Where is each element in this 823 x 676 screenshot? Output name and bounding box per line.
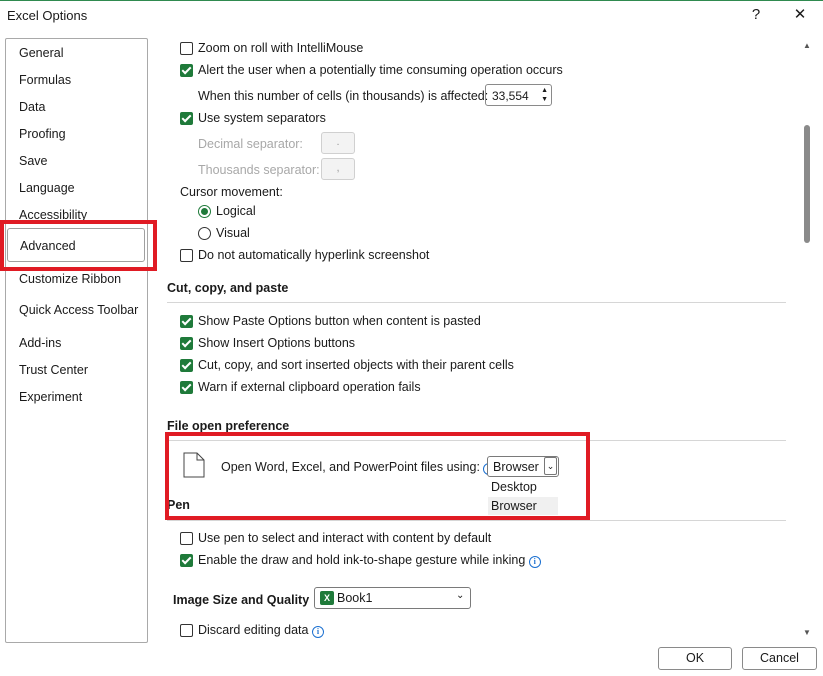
spin-up-icon[interactable]: ▲: [541, 87, 548, 94]
insert-options-label: Show Insert Options buttons: [198, 336, 356, 350]
alert-time-checkbox[interactable]: [180, 64, 193, 77]
section-divider: [167, 302, 786, 303]
paste-options-checkbox[interactable]: [180, 315, 193, 328]
decimal-separator-label: Decimal separator:: [198, 137, 303, 151]
ok-button[interactable]: OK: [658, 647, 732, 670]
nav-item-quick-access-toolbar[interactable]: Quick Access Toolbar: [19, 303, 138, 317]
highlight-box-advanced: [0, 220, 157, 271]
cells-threshold-stepper[interactable]: 33,554 ▲ ▼: [485, 84, 552, 106]
discard-editing-label-text: Discard editing data: [198, 623, 309, 637]
use-pen-checkbox[interactable]: [180, 532, 193, 545]
paste-options-label: Show Paste Options button when content i…: [198, 314, 481, 328]
discard-editing-checkbox[interactable]: [180, 624, 193, 637]
nav-item-formulas[interactable]: Formulas: [19, 73, 71, 87]
workbook-dropdown[interactable]: X Book1 ⌄: [314, 587, 471, 609]
cursor-visual-radio[interactable]: [198, 227, 211, 240]
nav-item-proofing[interactable]: Proofing: [19, 127, 66, 141]
discard-editing-label: Discard editing data i: [198, 623, 324, 638]
no-hyperlink-label: Do not automatically hyperlink screensho…: [198, 248, 430, 262]
nav-item-trust-center[interactable]: Trust Center: [19, 363, 88, 377]
ink-to-shape-checkbox[interactable]: [180, 554, 193, 567]
spin-down-icon[interactable]: ▼: [541, 96, 548, 103]
cursor-logical-radio[interactable]: [198, 205, 211, 218]
cursor-movement-label: Cursor movement:: [180, 185, 283, 199]
cut-copy-heading: Cut, copy, and paste: [167, 281, 289, 295]
section-divider: [167, 520, 786, 521]
thousands-separator-label: Thousands separator:: [198, 163, 320, 177]
cells-threshold-value: 33,554: [492, 89, 529, 103]
advanced-options-panel: Zoom on roll with IntelliMouse Alert the…: [150, 36, 800, 644]
info-icon[interactable]: i: [528, 556, 541, 568]
scrollbar-thumb[interactable]: [804, 125, 810, 243]
use-pen-label: Use pen to select and interact with cont…: [198, 531, 492, 545]
insert-options-checkbox[interactable]: [180, 337, 193, 350]
help-button[interactable]: ?: [743, 4, 769, 26]
nav-item-customize-ribbon[interactable]: Customize Ribbon: [19, 272, 121, 286]
decimal-separator-field[interactable]: .: [321, 132, 355, 154]
options-nav: General Formulas Data Proofing Save Lang…: [5, 38, 148, 643]
warn-clipboard-checkbox[interactable]: [180, 381, 193, 394]
ink-to-shape-label: Enable the draw and hold ink-to-shape ge…: [198, 553, 541, 568]
system-separators-checkbox[interactable]: [180, 112, 193, 125]
zoom-roll-label: Zoom on roll with IntelliMouse: [198, 41, 364, 55]
cancel-button[interactable]: Cancel: [742, 647, 817, 670]
ink-to-shape-label-text: Enable the draw and hold ink-to-shape ge…: [198, 553, 526, 567]
cursor-logical-label: Logical: [216, 204, 256, 218]
vertical-scrollbar[interactable]: ▲ ▼: [802, 38, 816, 642]
nav-item-language[interactable]: Language: [19, 181, 75, 195]
sort-inserted-objects-checkbox[interactable]: [180, 359, 193, 372]
scroll-down-icon[interactable]: ▼: [802, 628, 812, 637]
alert-time-label: Alert the user when a potentially time c…: [198, 63, 563, 77]
zoom-roll-checkbox[interactable]: [180, 42, 193, 55]
nav-item-general[interactable]: General: [19, 46, 63, 60]
window-top-border: [0, 0, 823, 1]
cursor-visual-label: Visual: [216, 226, 250, 240]
info-icon[interactable]: i: [311, 626, 324, 638]
nav-item-save[interactable]: Save: [19, 154, 48, 168]
file-open-heading: File open preference: [167, 419, 290, 433]
chevron-down-icon[interactable]: ⌄: [456, 590, 464, 601]
nav-item-add-ins[interactable]: Add-ins: [19, 336, 61, 350]
window-title: Excel Options: [7, 8, 88, 23]
sort-inserted-objects-label: Cut, copy, and sort inserted objects wit…: [198, 358, 514, 372]
no-hyperlink-checkbox[interactable]: [180, 249, 193, 262]
excel-workbook-icon: X: [320, 591, 334, 605]
image-size-heading: Image Size and Quality: [173, 593, 310, 607]
nav-item-data[interactable]: Data: [19, 100, 45, 114]
cells-threshold-label: When this number of cells (in thousands)…: [198, 89, 489, 103]
nav-item-experiment[interactable]: Experiment: [19, 390, 82, 404]
scroll-up-icon[interactable]: ▲: [802, 41, 812, 50]
thousands-separator-field[interactable]: ,: [321, 158, 355, 180]
system-separators-label: Use system separators: [198, 111, 326, 125]
close-button[interactable]: ✕: [787, 4, 813, 26]
highlight-box-file-open: [165, 432, 590, 520]
warn-clipboard-label: Warn if external clipboard operation fai…: [198, 380, 421, 394]
workbook-name: Book1: [337, 591, 373, 605]
